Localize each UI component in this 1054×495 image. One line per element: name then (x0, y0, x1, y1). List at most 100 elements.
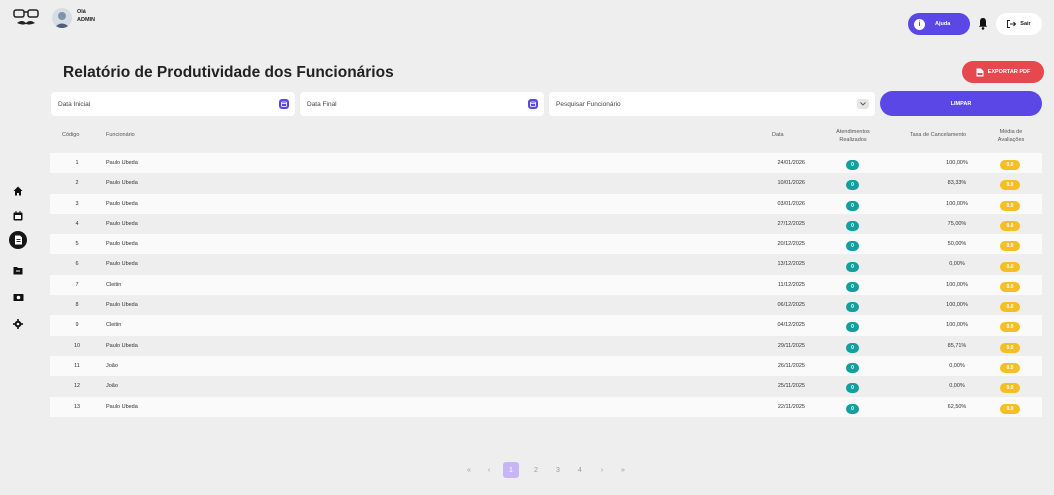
cell-cancel-rate: 75,00% (947, 220, 967, 227)
header-rating-line1: Média de (999, 129, 1023, 135)
table-row[interactable]: 2 Paulo Ubeda 10/01/2026 0 83,33% 0.0 (50, 173, 1042, 193)
cell-cancel-rate: 100,00% (946, 281, 968, 288)
employee-search-select[interactable]: Pesquisar Funcionário (549, 92, 875, 116)
cell-code: 7 (75, 281, 79, 288)
first-page-button[interactable]: « (461, 462, 477, 478)
cell-date: 24/01/2026 (777, 160, 805, 166)
cell-employee: Cleitin (106, 322, 122, 329)
cell-cancel-rate: 0,00% (949, 261, 965, 268)
money-icon (13, 293, 23, 301)
cell-date: 06/12/2025 (777, 302, 805, 309)
cell-employee: Paulo Ubeda (106, 180, 138, 187)
table-row[interactable]: 1 Paulo Ubeda 24/01/2026 0 100,00% 0.0 (50, 153, 1042, 174)
sidebar-item-reports[interactable] (9, 231, 27, 249)
table-row[interactable]: 9 Cleitin 04/12/2025 0 100,00% 0.0 (50, 315, 1042, 336)
logout-button[interactable]: Sair (996, 13, 1042, 35)
header-code: Código (62, 132, 80, 138)
bell-icon[interactable] (977, 17, 989, 30)
rating-badge: 0.0 (1000, 302, 1020, 313)
cell-date: 10/01/2026 (777, 180, 805, 187)
cell-employee: Cleitin (106, 281, 122, 288)
page-2-button[interactable]: 2 (528, 462, 544, 478)
attendances-badge: 0 (846, 322, 859, 333)
cell-cancel-rate: 100,00% (946, 160, 968, 166)
prev-page-button[interactable]: ‹ (481, 462, 497, 478)
employee-search-placeholder: Pesquisar Funcionário (556, 100, 621, 108)
attendances-badge: 0 (846, 220, 859, 231)
folder-icon (13, 266, 23, 274)
cell-employee: Paulo Ubeda (106, 342, 138, 349)
cell-cancel-rate: 62,50% (947, 403, 967, 410)
cell-code: 11 (74, 362, 80, 369)
chevron-down-icon[interactable] (857, 99, 869, 109)
table-body: 1 Paulo Ubeda 24/01/2026 0 100,00% 0.0 2… (50, 153, 1042, 417)
cell-code: 10 (73, 342, 81, 349)
sidebar-item-finance[interactable] (11, 290, 25, 304)
table-row[interactable]: 11 João 26/11/2025 0 0,00% 0.0 (50, 355, 1042, 377)
sidebar-item-home[interactable] (11, 184, 25, 198)
info-icon: i (914, 18, 925, 30)
report-icon (14, 235, 22, 245)
user-greeting: Olá ADMIN (77, 8, 95, 24)
sidebar-item-calendar[interactable] (11, 209, 25, 223)
help-button[interactable]: i Ajuda (908, 13, 970, 35)
cell-code: 4 (75, 220, 79, 227)
table-row[interactable]: 3 Paulo Ubeda 03/01/2026 0 100,00% 0.0 (50, 193, 1042, 214)
end-date-placeholder: Data Final (307, 100, 337, 108)
attendances-badge: 0 (846, 241, 859, 252)
rating-badge: 0.0 (1000, 261, 1020, 272)
cell-cancel-rate: 100,00% (946, 302, 968, 309)
table-row[interactable]: 10 Paulo Ubeda 29/11/2025 0 85,71% 0.0 (50, 336, 1042, 356)
cell-code: 2 (75, 180, 79, 187)
table-row[interactable]: 13 Paulo Ubeda 22/11/2025 0 62,50% 0.0 (50, 396, 1042, 417)
cell-cancel-rate: 100,00% (946, 200, 968, 207)
rating-badge: 0.0 (1000, 322, 1020, 333)
cell-cancel-rate: 50,00% (947, 241, 967, 248)
cell-date: 11/12/2025 (777, 281, 805, 288)
rating-badge: 0.0 (1000, 160, 1020, 171)
export-pdf-label: EXPORTAR PDF (987, 69, 1031, 75)
rating-badge: 0.0 (1000, 342, 1020, 353)
cell-code: 5 (75, 241, 79, 248)
logout-icon (1007, 20, 1017, 28)
attendances-badge: 0 (846, 200, 859, 211)
table-row[interactable]: 5 Paulo Ubeda 20/12/2025 0 50,00% 0.0 (50, 234, 1042, 255)
last-page-button[interactable]: » (615, 462, 631, 478)
export-pdf-button[interactable]: EXPORTAR PDF (962, 61, 1044, 83)
sidebar-item-settings[interactable] (11, 317, 25, 331)
calendar-icon[interactable] (528, 99, 538, 109)
glasses-mustache-logo-icon (12, 8, 40, 28)
attendances-badge: 0 (846, 403, 859, 414)
page-1-button[interactable]: 1 (503, 462, 519, 478)
cell-date: 03/01/2026 (777, 200, 805, 207)
attendances-badge: 0 (846, 342, 859, 353)
start-date-field[interactable]: Data Inicial (51, 92, 295, 116)
rating-badge: 0.0 (1000, 220, 1020, 231)
attendances-badge: 0 (846, 302, 859, 313)
cell-cancel-rate: 0,00% (949, 383, 965, 390)
calendar-icon[interactable] (279, 99, 289, 109)
rating-badge: 0.0 (1000, 383, 1020, 394)
header-attendances-line2: Realizados (839, 137, 867, 143)
cell-code: 1 (75, 160, 79, 166)
clear-button[interactable]: LIMPAR (880, 91, 1042, 116)
table-row[interactable]: 6 Paulo Ubeda 13/12/2025 0 0,00% 0.0 (50, 254, 1042, 274)
page-3-button[interactable]: 3 (550, 462, 566, 478)
page-4-button[interactable]: 4 (572, 462, 588, 478)
attendances-badge: 0 (846, 261, 859, 272)
rating-badge: 0.0 (1000, 180, 1020, 191)
sidebar-item-folders[interactable] (11, 263, 25, 277)
avatar[interactable] (52, 8, 72, 28)
next-page-button[interactable]: › (594, 462, 610, 478)
rating-badge: 0.0 (1000, 281, 1020, 292)
table-row[interactable]: 4 Paulo Ubeda 27/12/2025 0 75,00% 0.0 (50, 214, 1042, 234)
end-date-field[interactable]: Data Final (300, 92, 544, 116)
cell-employee: Paulo Ubeda (106, 200, 138, 207)
table-row[interactable]: 8 Paulo Ubeda 06/12/2025 0 100,00% 0.0 (50, 295, 1042, 315)
table-row[interactable]: 12 João 25/11/2025 0 0,00% 0.0 (50, 376, 1042, 396)
header-employee: Funcionário (106, 132, 135, 138)
cell-date: 20/12/2025 (777, 241, 805, 248)
table-row[interactable]: 7 Cleitin 11/12/2025 0 100,00% 0.0 (50, 274, 1042, 296)
attendances-badge: 0 (846, 363, 859, 374)
header-cancel-rate: Taxa de Cancelamento (909, 132, 967, 138)
